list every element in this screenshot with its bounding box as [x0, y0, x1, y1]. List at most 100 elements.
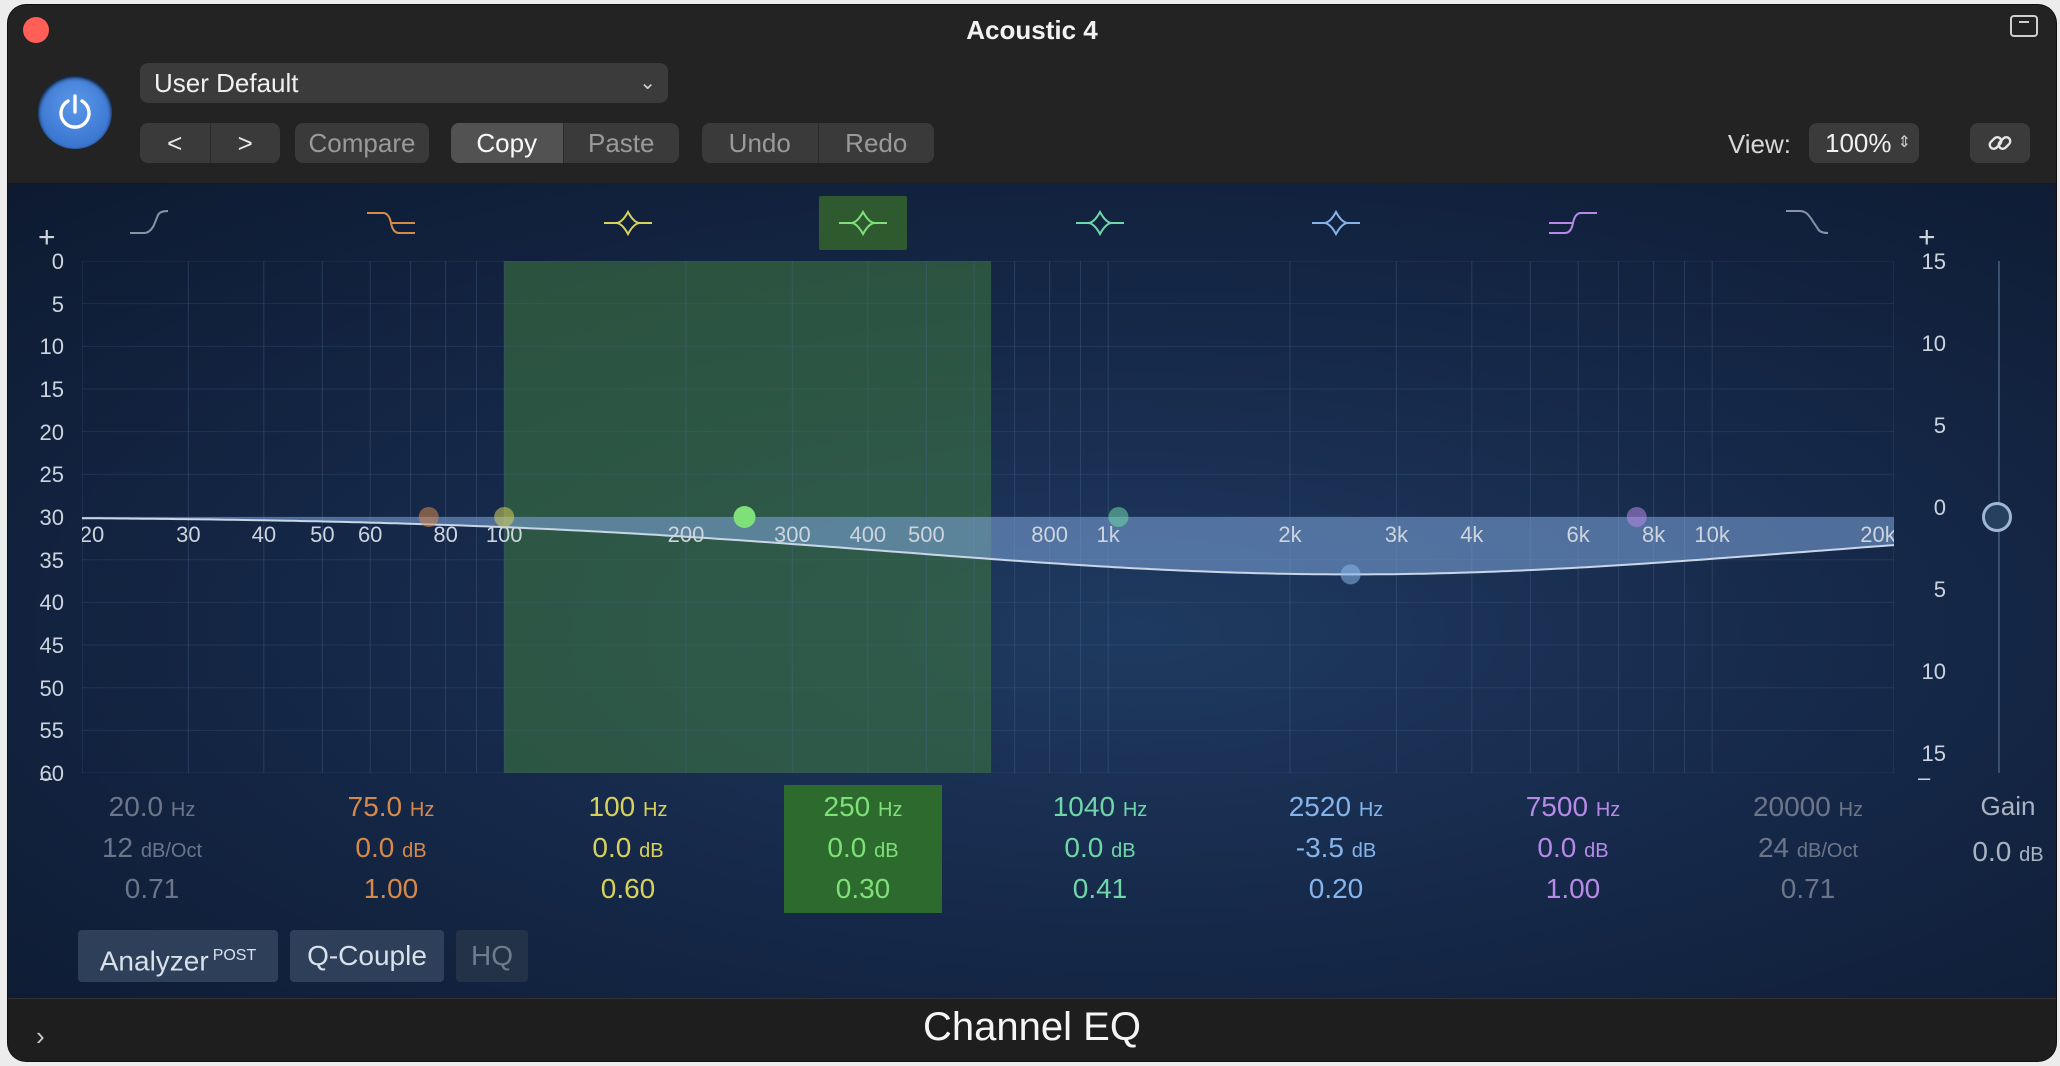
gain-scale-label: 15 [1921, 741, 1946, 766]
band-frequency[interactable]: 7500 Hz [1483, 791, 1663, 832]
band-q-value: 0.41 [1072, 873, 1128, 904]
share-icon[interactable] [2010, 15, 2038, 37]
compare-button[interactable]: Compare [295, 123, 429, 163]
band-6-bell-button[interactable] [1292, 196, 1380, 250]
preset-select[interactable]: User Default ⌄ [140, 63, 668, 103]
previous-preset-button[interactable]: < [140, 123, 211, 163]
analyzer-scale-label: 5 [51, 291, 64, 317]
eq-display: + + – – 0 5 10 15 20 25 30 35 40 45 50 55 60 15 10 5 0 5… [8, 183, 2056, 998]
frequency-label: 40 [252, 522, 276, 547]
frequency-label: 30 [176, 522, 200, 547]
band-frequency[interactable]: 2520 Hz [1246, 791, 1426, 832]
band-gain-unit: dB [1351, 840, 1377, 862]
gain-value: 0.0 [1972, 836, 2012, 867]
highcut-filter-icon [1786, 210, 1829, 234]
gain-scale-label: 10 [1921, 331, 1946, 356]
band-frequency[interactable]: 250 Hz [784, 791, 942, 832]
analyzer-scale-label: 15 [39, 377, 64, 402]
band-7-highshelf-button[interactable] [1529, 196, 1617, 250]
band-frequency-value: 250 [823, 791, 871, 822]
band-q[interactable]: 0.20 [1246, 873, 1426, 914]
lowshelf-filter-icon [367, 212, 415, 234]
analyzer-scale-label: 20 [39, 419, 64, 445]
gain-slider-knob[interactable] [1982, 502, 2012, 532]
band-frequency-value: 100 [588, 791, 636, 822]
band-frequency-value: 7500 [1525, 791, 1589, 822]
band-q[interactable]: 0.71 [1718, 873, 1898, 914]
band-frequency[interactable]: 100 Hz [538, 791, 718, 832]
band-1-lowcut-button[interactable] [108, 196, 196, 250]
band-frequency-unit: Hz [643, 799, 668, 821]
band-q[interactable]: 0.60 [538, 873, 718, 914]
band-gain[interactable]: 0.0 dB [538, 832, 718, 873]
band-5-bell-button[interactable] [1056, 196, 1144, 250]
band-8-highcut-button[interactable] [1764, 196, 1852, 250]
frequency-label: 400 [849, 522, 886, 547]
chevron-down-icon: ⌄ [639, 72, 656, 94]
band-gain[interactable]: 0.0 dB [1010, 832, 1190, 873]
band-q[interactable]: 1.00 [301, 873, 481, 914]
analyzer-scale-label: 35 [39, 547, 64, 573]
eq-curve-graph[interactable]: 20 30 40 50 60 80 100 200 300 400 500 800 1k 2k 3k 4k 6k… [82, 261, 1894, 773]
band-gain[interactable]: 0.0 dB [301, 832, 481, 873]
band-gain-unit: dB [402, 840, 427, 862]
band-gain[interactable]: 0.0 dB [784, 832, 942, 873]
band-gain-value: 0.0 [1064, 832, 1104, 863]
frequency-label: 8k [1642, 522, 1666, 547]
analyzer-scale-label: 25 [39, 462, 64, 488]
power-button[interactable] [38, 75, 112, 149]
band-q-value: 1.00 [1545, 873, 1601, 904]
band-4-node[interactable] [733, 506, 756, 528]
band-gain[interactable]: 0.0 dB [1483, 832, 1663, 873]
gain-readout[interactable]: 0.0 dB [1953, 836, 2056, 868]
plugin-footer: › Channel EQ [8, 998, 2056, 1061]
analyzer-button[interactable]: Analyzer POST [78, 930, 278, 982]
band-gain-value: 12 [101, 832, 134, 863]
hq-button[interactable]: HQ [456, 930, 528, 982]
band-q-value: 0.71 [124, 873, 180, 904]
band-6-node[interactable] [1340, 564, 1361, 585]
band-gain[interactable]: 24 dB/Oct [1718, 832, 1898, 873]
paste-button[interactable]: Paste [564, 123, 679, 163]
frequency-label: 60 [358, 522, 382, 547]
band-q[interactable]: 0.30 [784, 873, 942, 914]
band-q[interactable]: 1.00 [1483, 873, 1663, 914]
band-q[interactable]: 0.71 [62, 873, 242, 914]
gain-scale-label: 15 [1921, 249, 1946, 274]
band-3-params: 100 Hz 0.0 dB 0.60 [538, 791, 718, 914]
band-frequency[interactable]: 75.0 Hz [301, 791, 481, 832]
band-frequency[interactable]: 20000 Hz [1718, 791, 1898, 832]
view-label: View: [1727, 129, 1791, 159]
next-preset-button[interactable]: > [211, 123, 281, 163]
band-q[interactable]: 0.41 [1010, 873, 1190, 914]
frequency-label: 3k [1385, 522, 1409, 547]
band-q-value: 0.60 [600, 873, 656, 904]
redo-button[interactable]: Redo [819, 123, 935, 163]
frequency-label: 200 [668, 522, 705, 547]
view-zoom-value: 100% [1825, 128, 1892, 158]
band-frequency[interactable]: 1040 Hz [1010, 791, 1190, 832]
undo-button[interactable]: Undo [702, 123, 819, 163]
band-gain-value: 0.0 [355, 832, 395, 863]
analyzer-scale-label: 55 [39, 718, 64, 744]
frequency-label: 20 [82, 522, 104, 547]
frequency-label: 6k [1567, 522, 1591, 547]
band-4-bell-button[interactable] [819, 196, 907, 250]
link-button[interactable] [1970, 123, 2030, 163]
band-frequency[interactable]: 20.0 Hz [62, 791, 242, 832]
band-3-bell-button[interactable] [584, 196, 672, 250]
copy-button[interactable]: Copy [451, 123, 564, 163]
bell-filter-icon [839, 209, 887, 237]
plugin-window: Acoustic 4 User Default ⌄ < > Compare Co… [8, 5, 2056, 1061]
band-frequency-value: 2520 [1288, 791, 1352, 822]
band-7-params: 7500 Hz 0.0 dB 1.00 [1483, 791, 1663, 914]
view-zoom-select[interactable]: 100% ⇕ [1809, 123, 1919, 163]
q-couple-button[interactable]: Q-Couple [290, 930, 444, 982]
band-2-lowshelf-button[interactable] [347, 196, 435, 250]
preset-value: User Default [154, 68, 299, 98]
band-frequency-unit: Hz [1595, 799, 1621, 821]
band-gain[interactable]: -3.5 dB [1246, 832, 1426, 873]
band-2-params: 75.0 Hz 0.0 dB 1.00 [301, 791, 481, 914]
band-gain[interactable]: 12 dB/Oct [62, 832, 242, 873]
preset-nav: < > [140, 123, 280, 163]
